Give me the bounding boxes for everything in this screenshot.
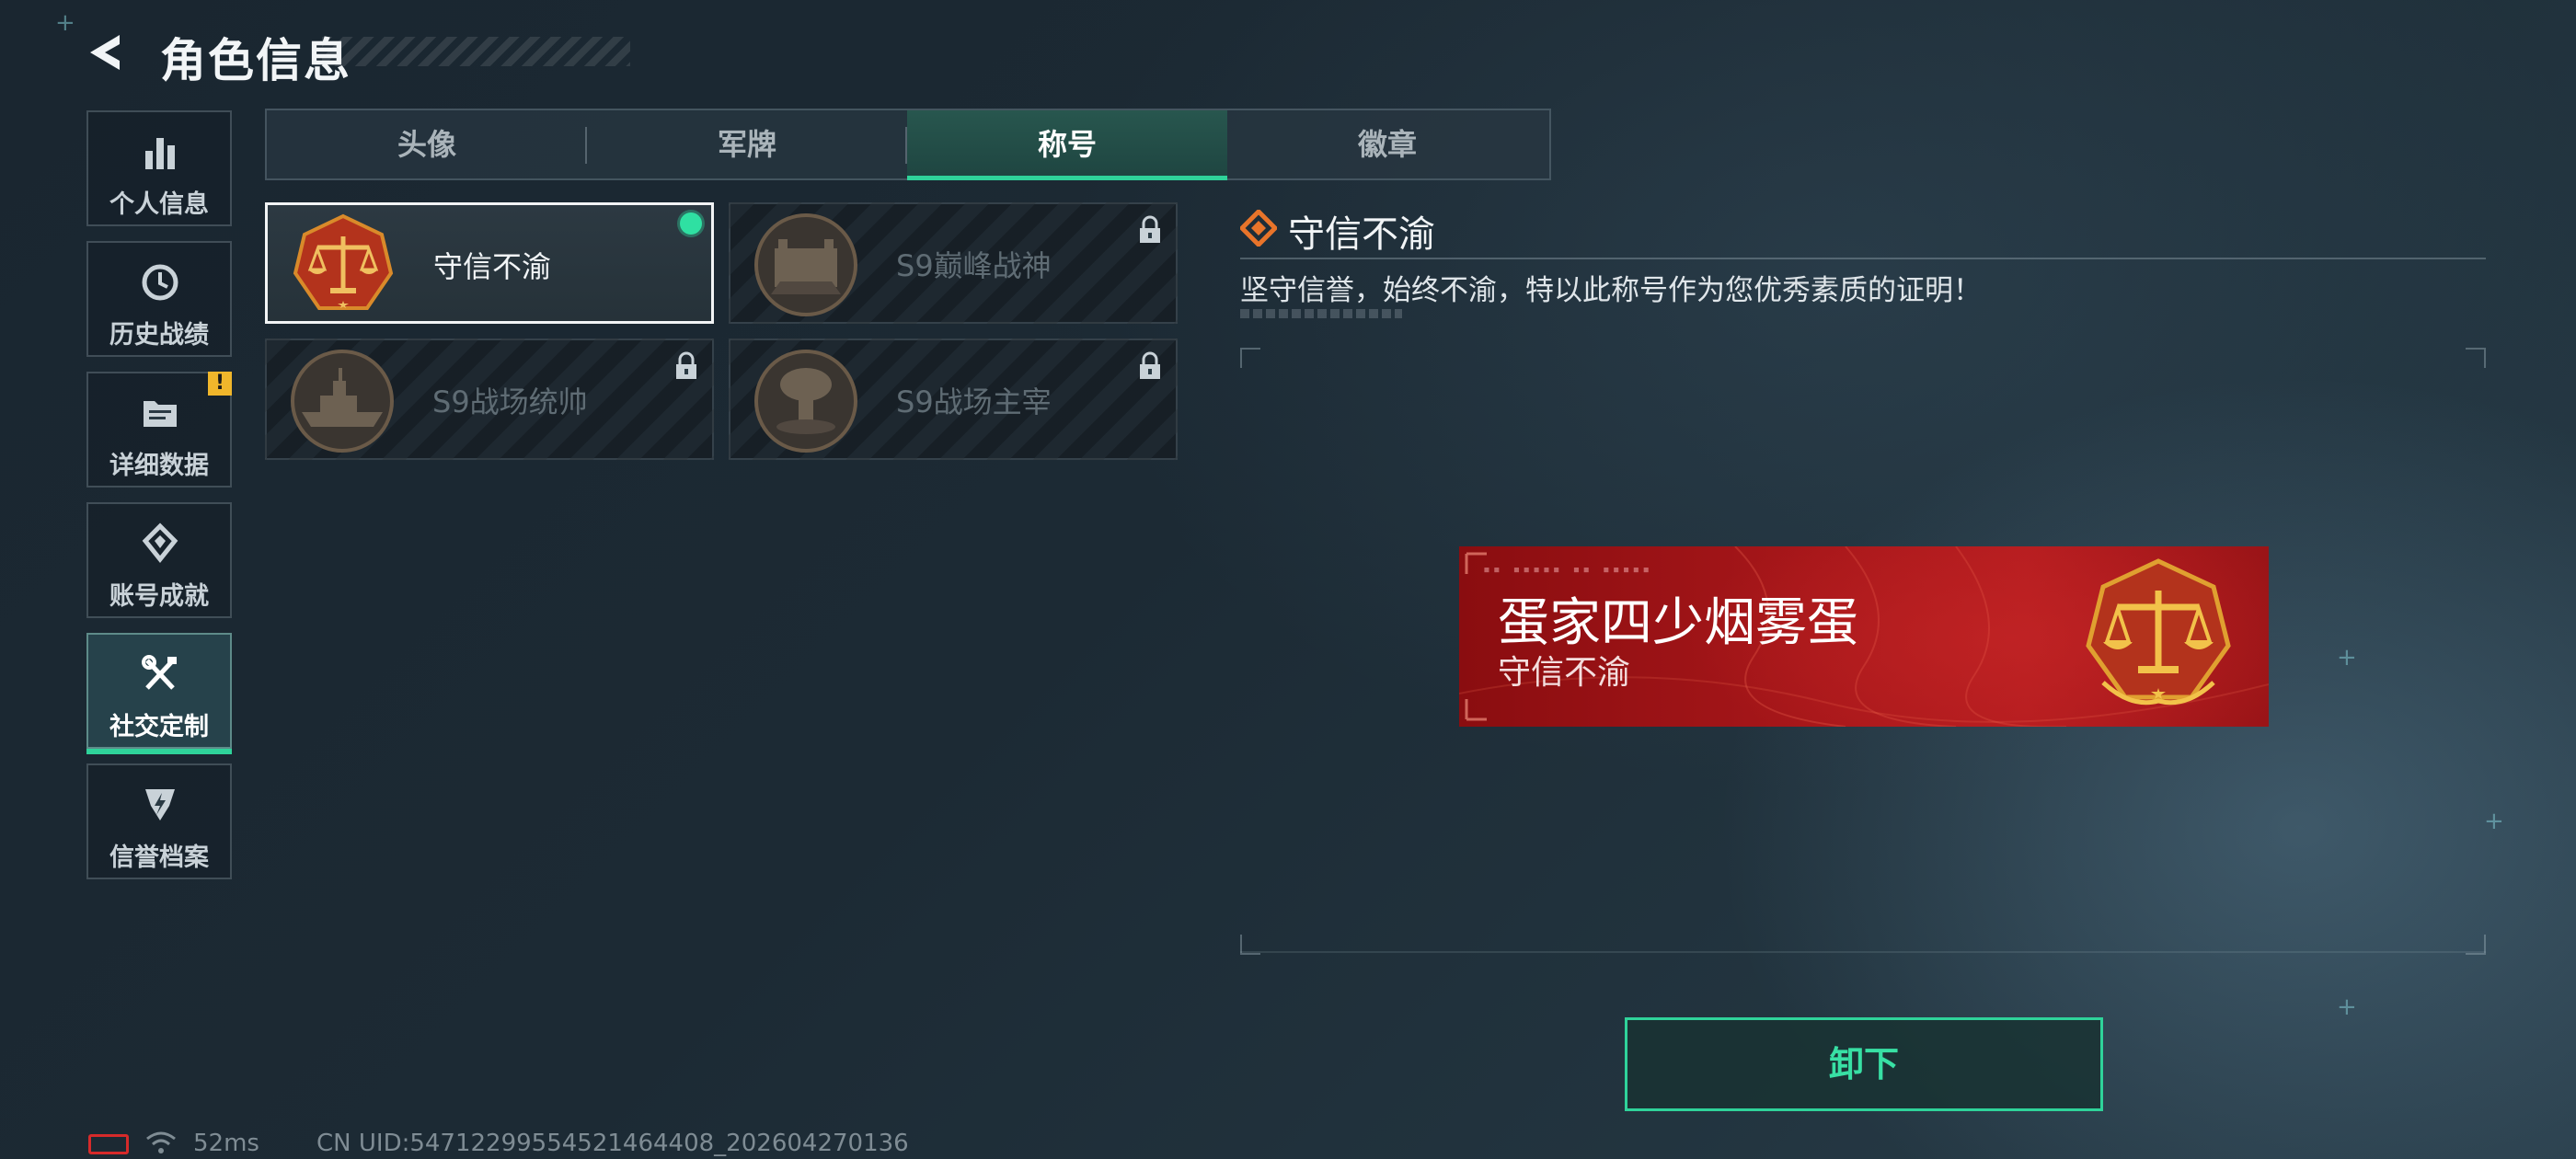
sidebar-item-detailed-data[interactable]: 详细数据 ! — [86, 372, 232, 488]
user-uid: CN UID:54712299554521464408_202604270136 — [316, 1130, 909, 1157]
history-clock-icon — [142, 264, 178, 301]
sidebar-item-label: 详细数据 — [109, 452, 209, 480]
title-card-equipped[interactable]: 守信不渝 — [265, 202, 714, 324]
tab-badge[interactable]: 徽章 — [1227, 110, 1547, 178]
sidebar-item-label: 社交定制 — [109, 713, 209, 741]
credit-shield-icon — [145, 789, 175, 820]
title-card-name: S9战场统帅 — [432, 384, 588, 419]
unequip-button[interactable]: 卸下 — [1625, 1017, 2103, 1111]
category-tabs: 头像 军牌 称号 徽章 — [265, 109, 1551, 180]
achievement-icon — [142, 522, 178, 564]
title-card-name: S9战场主宰 — [896, 384, 1052, 419]
title-banner-preview: ▪▪ ▪▪▪▪▪ ▪▪ ▪▪▪▪▪ 蛋家四少烟雾蛋 守信不渝 — [1459, 546, 2269, 727]
diamond-title-icon — [1240, 210, 1277, 247]
player-name: 蛋家四少烟雾蛋 — [1498, 593, 1858, 653]
page-header: 角色信息 — [83, 20, 630, 87]
crosshair-decoration: + — [2484, 808, 2504, 835]
warship-emblem-icon — [291, 350, 394, 453]
lock-icon — [1140, 351, 1160, 379]
folder-data-icon — [144, 401, 177, 427]
sidebar-item-profile[interactable]: 个人信息 — [86, 110, 232, 226]
title-card-locked[interactable]: S9战场统帅 — [265, 339, 714, 460]
sidebar-item-label: 个人信息 — [109, 190, 209, 219]
fortress-emblem-icon — [754, 213, 857, 316]
detail-title: 守信不渝 — [1288, 213, 1435, 256]
scales-emblem-icon — [2086, 558, 2231, 706]
title-card-name: S9巅峰战神 — [896, 248, 1052, 283]
mushroom-cloud-emblem-icon — [754, 350, 857, 453]
sidebar-item-label: 账号成就 — [109, 582, 209, 611]
back-arrow-icon[interactable] — [83, 29, 129, 75]
tab-avatar[interactable]: 头像 — [267, 110, 587, 178]
banner-decoration-code: ▪▪ ▪▪▪▪▪ ▪▪ ▪▪▪▪▪ — [1483, 563, 1653, 577]
title-card-name: 守信不渝 — [433, 249, 552, 284]
sidebar-item-credit-record[interactable]: 信誉档案 — [86, 763, 232, 879]
player-title: 守信不渝 — [1498, 654, 1631, 692]
wifi-icon — [146, 1131, 176, 1153]
sidebar-item-label: 信誉档案 — [109, 843, 209, 872]
battery-low-icon — [88, 1134, 129, 1154]
page-title: 角色信息 — [160, 34, 351, 87]
detail-description: 坚守信誉，始终不渝，特以此称号作为您优秀素质的证明！ — [1240, 274, 1982, 307]
sidebar-item-history[interactable]: 历史战绩 — [86, 241, 232, 357]
tab-dogtag[interactable]: 军牌 — [587, 110, 907, 178]
sidebar-item-label: 历史战绩 — [109, 321, 209, 350]
divider — [1240, 258, 2486, 259]
title-card-locked[interactable]: S9战场主宰 — [729, 339, 1178, 460]
lock-icon — [1140, 215, 1160, 243]
tab-title[interactable]: 称号 — [907, 110, 1227, 180]
sidebar-item-social-custom[interactable]: 社交定制 — [86, 633, 232, 754]
lock-icon — [676, 351, 696, 379]
tools-wrench-icon — [142, 655, 177, 690]
decorative-dash-line — [1240, 309, 1402, 318]
crosshair-decoration: + — [2337, 993, 2357, 1021]
sidebar-item-achievements[interactable]: 账号成就 — [86, 502, 232, 618]
crosshair-decoration: + — [55, 9, 75, 37]
warning-badge: ! — [208, 372, 232, 396]
scales-emblem-icon — [293, 213, 394, 310]
header-stripe-decoration — [322, 37, 630, 66]
ping-value: 52ms — [193, 1130, 259, 1157]
title-card-locked[interactable]: S9巅峰战神 — [729, 202, 1178, 324]
equipped-indicator — [680, 212, 702, 235]
bar-chart-icon — [145, 138, 175, 169]
